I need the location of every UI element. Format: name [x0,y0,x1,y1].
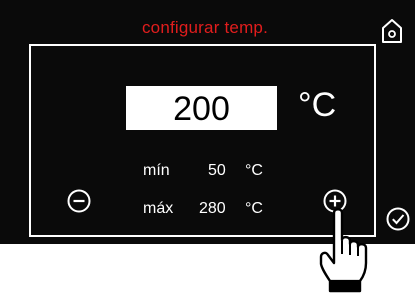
minus-circle-icon [67,189,91,213]
min-value: 50 [208,162,226,179]
pointing-hand-icon [316,203,386,298]
max-label: máx [143,200,174,217]
temperature-unit: °C [298,86,337,124]
min-unit: °C [245,162,263,179]
confirm-button[interactable] [385,206,411,237]
screen-title: configurar temp. [141,18,269,37]
max-value: 280 [199,200,226,217]
max-unit: °C [245,200,263,217]
home-button[interactable] [380,18,404,49]
temperature-value-field[interactable]: 200 [126,86,277,130]
check-circle-icon [386,207,410,231]
home-icon [382,19,402,43]
decrease-button[interactable] [66,188,92,219]
min-label: mín [143,162,170,179]
